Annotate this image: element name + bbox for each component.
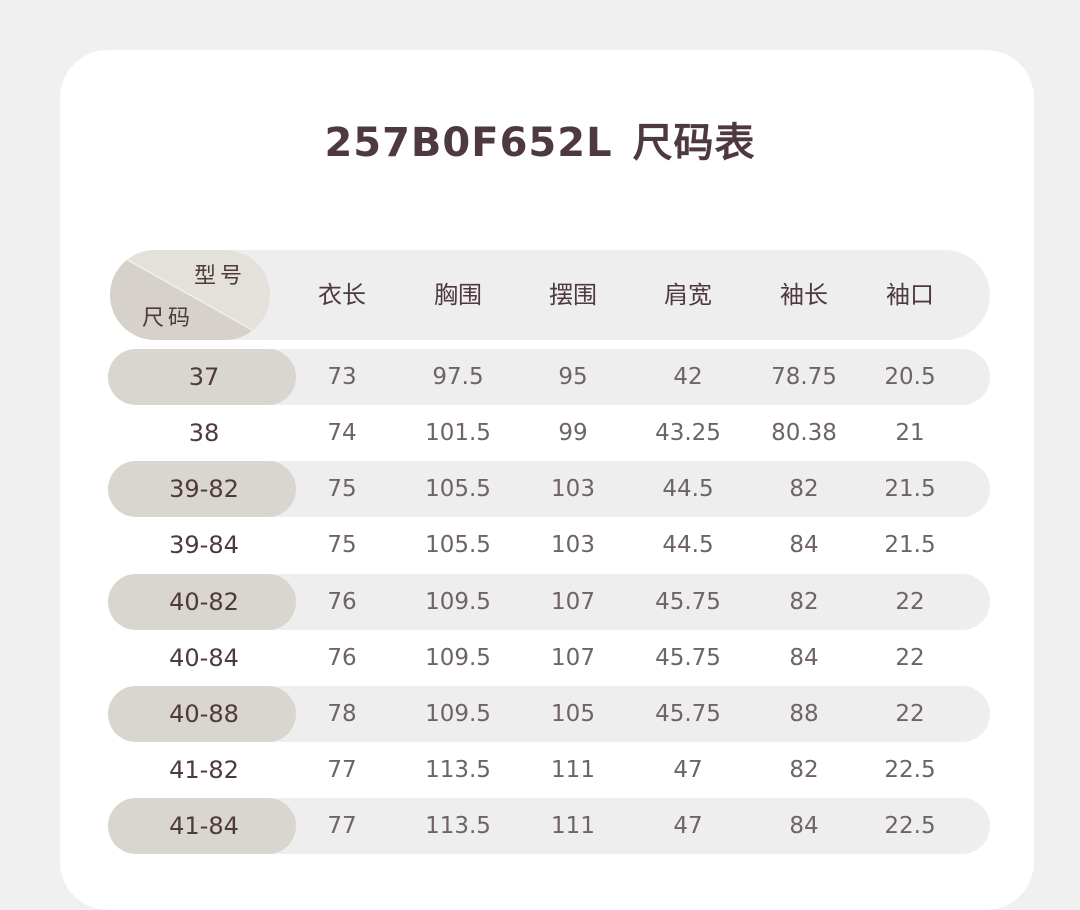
value-cell: 84 — [789, 532, 819, 558]
size-cell: 39-82 — [169, 475, 239, 503]
value-cell: 73 — [327, 364, 357, 390]
column-header-cuff: 袖口 — [886, 281, 934, 309]
value-cell: 84 — [789, 813, 819, 839]
value-cell: 82 — [789, 476, 819, 502]
value-cell: 21.5 — [884, 476, 936, 502]
value-cell: 75 — [327, 476, 357, 502]
value-cell: 113.5 — [425, 757, 491, 783]
value-cell: 76 — [327, 589, 357, 615]
size-cell: 40-88 — [169, 700, 239, 728]
column-header-hem: 摆围 — [549, 281, 597, 309]
table-row: 38 74 101.5 99 43.25 80.38 21 — [108, 405, 990, 461]
size-cell: 38 — [188, 419, 220, 447]
table-row: 41-84 77 113.5 111 47 84 22.5 — [108, 798, 990, 854]
table-row: 39-82 75 105.5 103 44.5 82 21.5 — [108, 461, 990, 517]
table-row: 40-82 76 109.5 107 45.75 82 22 — [108, 574, 990, 630]
size-cell: 41-82 — [169, 756, 239, 784]
value-cell: 74 — [327, 420, 357, 446]
table-row: 41-82 77 113.5 111 47 82 22.5 — [108, 742, 990, 798]
value-cell: 43.25 — [655, 420, 721, 446]
value-cell: 21.5 — [884, 532, 936, 558]
value-cell: 44.5 — [662, 476, 714, 502]
title-label: 尺码表 — [632, 120, 756, 166]
page-title: 257B0F652L 尺码表 — [0, 110, 1080, 168]
value-cell: 82 — [789, 757, 819, 783]
value-cell: 111 — [551, 757, 595, 783]
value-cell: 113.5 — [425, 813, 491, 839]
table-row: 39-84 75 105.5 103 44.5 84 21.5 — [108, 517, 990, 573]
value-cell: 20.5 — [884, 364, 936, 390]
corner-label-type: 型号 — [194, 264, 247, 289]
corner-label-size: 尺码 — [142, 306, 195, 331]
size-cell: 39-84 — [169, 531, 239, 559]
table-row: 40-84 76 109.5 107 45.75 84 22 — [108, 630, 990, 686]
size-cell: 40-84 — [169, 644, 239, 672]
value-cell: 88 — [789, 701, 819, 727]
size-cell: 40-82 — [169, 588, 239, 616]
value-cell: 76 — [327, 645, 357, 671]
value-cell: 78.75 — [771, 364, 837, 390]
value-cell: 47 — [673, 813, 703, 839]
value-cell: 22 — [895, 645, 925, 671]
value-cell: 77 — [327, 757, 357, 783]
value-cell: 78 — [327, 701, 357, 727]
value-cell: 22 — [895, 701, 925, 727]
value-cell: 97.5 — [432, 364, 484, 390]
value-cell: 105 — [551, 701, 595, 727]
value-cell: 45.75 — [655, 701, 721, 727]
table-row: 37 73 97.5 95 42 78.75 20.5 — [108, 349, 990, 405]
size-cell: 37 — [188, 363, 220, 391]
value-cell: 80.38 — [771, 420, 837, 446]
value-cell: 44.5 — [662, 532, 714, 558]
value-cell: 103 — [551, 532, 595, 558]
value-cell: 84 — [789, 645, 819, 671]
value-cell: 82 — [789, 589, 819, 615]
header-corner-cell: 型号 尺码 — [110, 250, 270, 340]
value-cell: 21 — [895, 420, 925, 446]
value-cell: 107 — [551, 645, 595, 671]
value-cell: 105.5 — [425, 532, 491, 558]
value-cell: 75 — [327, 532, 357, 558]
value-cell: 99 — [558, 420, 588, 446]
value-cell: 105.5 — [425, 476, 491, 502]
value-cell: 109.5 — [425, 589, 491, 615]
value-cell: 22.5 — [884, 813, 936, 839]
value-cell: 22 — [895, 589, 925, 615]
value-cell: 42 — [673, 364, 703, 390]
value-cell: 103 — [551, 476, 595, 502]
value-cell: 22.5 — [884, 757, 936, 783]
value-cell: 47 — [673, 757, 703, 783]
column-header-sleeve-length: 袖长 — [780, 281, 828, 309]
value-cell: 107 — [551, 589, 595, 615]
value-cell: 101.5 — [425, 420, 491, 446]
value-cell: 45.75 — [655, 645, 721, 671]
table-row: 40-88 78 109.5 105 45.75 88 22 — [108, 686, 990, 742]
value-cell: 109.5 — [425, 645, 491, 671]
size-cell: 41-84 — [169, 812, 239, 840]
column-header-chest: 胸围 — [434, 281, 482, 309]
value-cell: 109.5 — [425, 701, 491, 727]
value-cell: 95 — [558, 364, 588, 390]
column-header-shoulder: 肩宽 — [664, 281, 712, 309]
column-header-length: 衣长 — [318, 281, 366, 309]
value-cell: 77 — [327, 813, 357, 839]
value-cell: 111 — [551, 813, 595, 839]
value-cell: 45.75 — [655, 589, 721, 615]
product-code: 257B0F652L — [324, 120, 613, 166]
